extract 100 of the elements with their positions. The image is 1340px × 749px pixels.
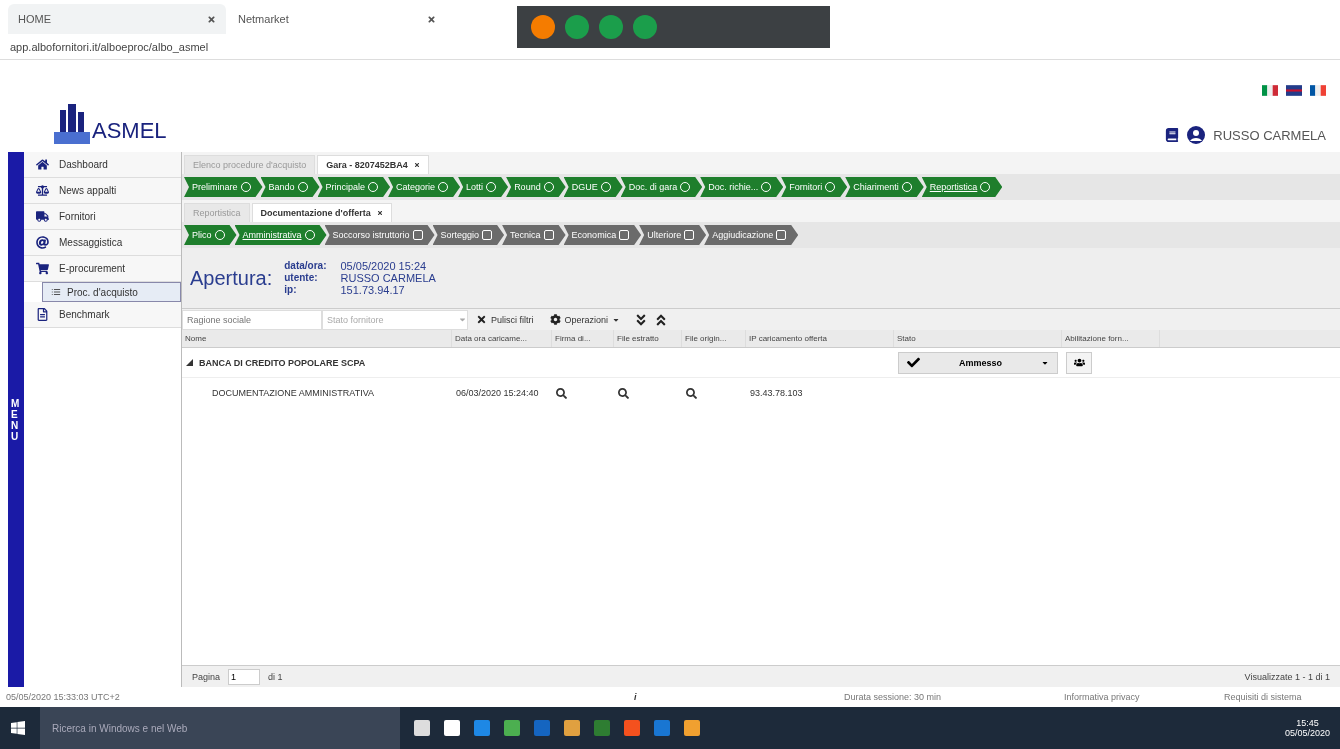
column-header[interactable]: Firma di... [552, 330, 614, 347]
step-tab[interactable]: Doc. richie... [700, 177, 784, 197]
column-header[interactable]: Nome [182, 330, 452, 347]
clear-filters-button[interactable]: Pulisci filtri [468, 309, 542, 330]
table-cell-text: 06/03/2020 15:24:40 [455, 388, 540, 398]
screen-icon[interactable] [599, 15, 623, 39]
close-icon[interactable] [427, 14, 436, 24]
square-icon [412, 230, 423, 240]
step-tab[interactable]: Round [506, 177, 566, 197]
enable-supplier-button[interactable] [1066, 351, 1092, 374]
step-tab[interactable]: Soccorso istruttorio [324, 225, 435, 245]
sidebar-item[interactable]: Messaggistica [24, 230, 181, 256]
square-icon [619, 230, 630, 240]
state-select[interactable]: Ammesso [898, 351, 1058, 374]
cart-icon [36, 262, 49, 275]
flag-icon[interactable] [1262, 85, 1278, 96]
column-header[interactable]: Stato [894, 330, 1062, 347]
field-value: 05/05/2020 15:24 [340, 260, 428, 272]
url-text[interactable]: app.albofornitori.it/alboeproc/albo_asmel [10, 40, 209, 53]
column-header[interactable]: Data ora caricame... [452, 330, 552, 347]
column-header[interactable]: File estratto [614, 330, 682, 347]
check-icon [907, 356, 920, 369]
document-icon [36, 308, 49, 321]
list-icon [51, 287, 61, 297]
microphone-icon[interactable] [565, 15, 589, 39]
step-tab[interactable]: Plico [184, 225, 237, 245]
square-icon [482, 230, 493, 240]
book-icon[interactable] [1165, 128, 1180, 142]
user-name[interactable]: RUSSO CARMELA [1213, 127, 1326, 143]
step-tab[interactable]: Aggiudicazione [704, 225, 799, 245]
step-tab[interactable]: Principale [317, 177, 391, 197]
caret-icon [458, 315, 467, 324]
step-tab[interactable]: Fornitori [781, 177, 848, 197]
page-count: di 1 [268, 671, 283, 682]
step-tab[interactable]: Chiarimenti [845, 177, 924, 197]
requirements-link[interactable]: Requisiti di sistema [1224, 692, 1334, 702]
record-icon[interactable] [531, 15, 555, 39]
field-label: ip: [284, 284, 298, 296]
close-icon [476, 314, 487, 325]
column-header[interactable]: Abilitazione forn... [1062, 330, 1160, 347]
pager-summary: Visualizzate 1 - 1 di 1 [1244, 671, 1330, 682]
sidebar-item[interactable]: News appalti [24, 178, 181, 204]
section-title: Apertura: [190, 266, 273, 290]
flag-icon[interactable] [1310, 85, 1326, 96]
field-value: RUSSO CARMELA [340, 272, 436, 284]
close-icon[interactable] [413, 162, 420, 168]
close-icon[interactable] [207, 14, 216, 24]
logo-icon [54, 102, 90, 144]
step-tab[interactable]: Preliminare [184, 177, 263, 197]
step-tab[interactable]: Lotti [458, 177, 509, 197]
column-header[interactable]: IP caricamento offerta [746, 330, 894, 347]
truck-icon [36, 210, 49, 223]
camera-icon[interactable] [633, 15, 657, 39]
home-icon [36, 158, 49, 171]
step-tab[interactable]: Categorie [388, 177, 461, 197]
group-name: BANCA DI CREDITO POPOLARE SCPA [199, 357, 366, 368]
sidebar-item[interactable]: Fornitori [24, 204, 181, 230]
field-label: utente: [284, 272, 319, 284]
browser-tab[interactable]: HOME [8, 4, 226, 34]
step-tab[interactable]: Reportistica [921, 177, 1003, 197]
search-icon[interactable] [556, 387, 567, 399]
step-tab[interactable]: Amministrativa [234, 225, 327, 245]
table-cell-text: 93.43.78.103 [749, 388, 804, 398]
square-icon [684, 230, 695, 240]
step-tab[interactable]: DGUE [563, 177, 623, 197]
sidebar-item[interactable]: Dashboard [24, 152, 181, 178]
sidebar-item[interactable]: Benchmark [24, 302, 181, 328]
name-filter-field[interactable]: Ragione sociale [182, 309, 322, 330]
sidebar-subitem[interactable]: Proc. d'acquisto [42, 282, 181, 302]
search-icon[interactable] [618, 387, 629, 399]
expand-triangle-icon[interactable] [186, 359, 193, 366]
tab[interactable]: Gara - 8207452BA4 [317, 155, 429, 174]
windows-icon[interactable] [10, 720, 26, 736]
column-header[interactable]: File origin... [682, 330, 746, 347]
step-tab[interactable]: Sorteggio [432, 225, 505, 245]
step-tab[interactable]: Doc. di gara [620, 177, 703, 197]
square-icon [776, 230, 787, 240]
session-text: Durata sessione: 30 min [844, 692, 943, 702]
step-tab[interactable]: Economica [563, 225, 642, 245]
tab[interactable]: Documentazione d'offerta [251, 203, 392, 222]
taskbar-clock[interactable]: 15:45 05/05/2020 [1284, 718, 1330, 738]
user-icon[interactable] [1187, 126, 1206, 144]
at-sign-icon [36, 236, 49, 249]
step-tab[interactable]: Ulteriore [639, 225, 707, 245]
sidebar-item[interactable]: E-procurement [24, 256, 181, 282]
table-cell-text: DOCUMENTAZIONE AMMINISTRATIVA [211, 388, 375, 398]
info-link[interactable]: i [634, 692, 844, 702]
logo-text: ASMEL [92, 118, 167, 144]
field-value: 151.73.94.17 [340, 284, 406, 296]
close-icon[interactable] [376, 210, 383, 216]
search-icon[interactable] [686, 387, 697, 399]
step-tab[interactable]: Bando [260, 177, 320, 197]
operations-button[interactable]: Operazioni [541, 309, 629, 330]
page-field[interactable]: 1 [228, 668, 261, 685]
taskbar-search-field[interactable]: Ricerca in Windows e nel Web [40, 707, 400, 749]
step-tab[interactable]: Tecnica [502, 225, 566, 245]
users-icon [1073, 357, 1085, 368]
gear-icon [549, 314, 561, 325]
privacy-link[interactable]: Informativa privacy [1064, 692, 1224, 702]
menu-tab[interactable]: MENU [8, 152, 24, 687]
